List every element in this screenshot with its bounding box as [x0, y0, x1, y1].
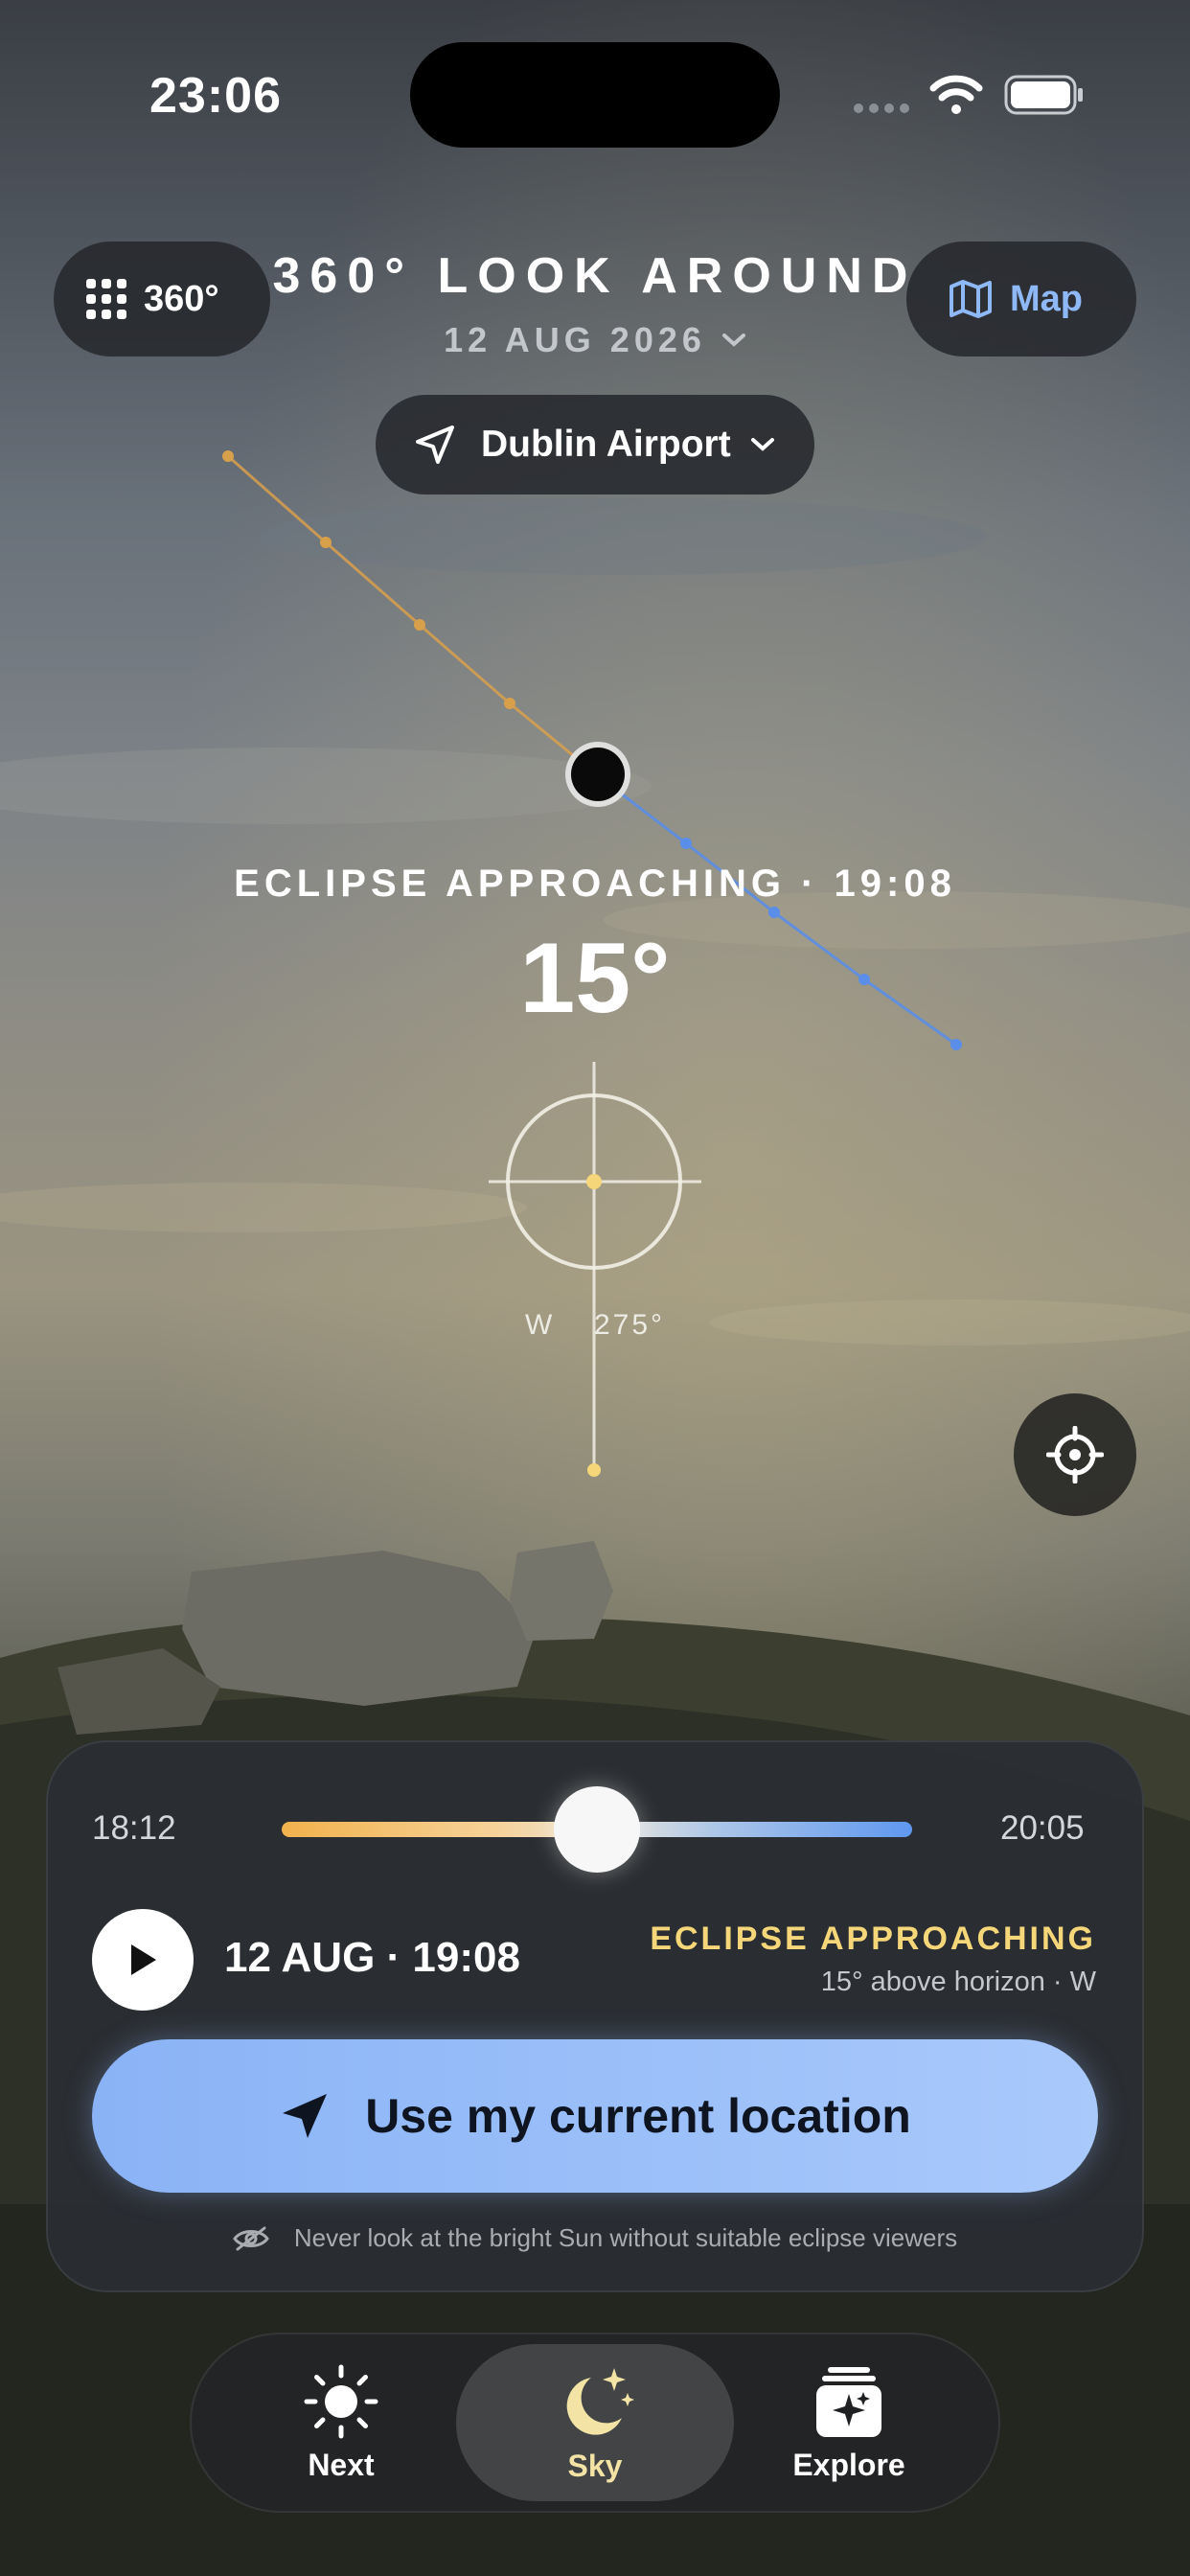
sun-path-past-point: [320, 537, 332, 548]
tab-sky-label: Sky: [567, 2448, 623, 2483]
status-detail: 15° above horizon · W: [820, 1966, 1096, 1997]
azimuth-degrees: 275°: [593, 1309, 666, 1341]
azimuth-readout: W 275°: [0, 1309, 1190, 1342]
safety-warning: Never look at the bright Sun without sui…: [0, 2223, 1190, 2253]
reticle-crosshair: [489, 1062, 701, 1477]
sun-path-past-point: [414, 619, 425, 631]
sun-path-past-point: [222, 450, 234, 462]
cta-label: Use my current location: [365, 2089, 911, 2143]
tab-next-label: Next: [308, 2447, 375, 2482]
tab-next[interactable]: Next: [226, 2344, 456, 2501]
eclipse-sun-marker[interactable]: [565, 742, 630, 807]
altitude-readout: 15°: [519, 923, 671, 1034]
use-current-location-button[interactable]: Use my current location: [92, 2039, 1098, 2193]
sun-path-future-point: [680, 838, 692, 849]
eye-slash-icon: [233, 2226, 269, 2250]
status-title: ECLIPSE APPROACHING: [650, 1920, 1096, 1957]
timeline-end-time: 20:05: [1000, 1809, 1085, 1847]
explore-cards-icon: [816, 2366, 881, 2437]
sun-path-past: [227, 454, 597, 776]
sun-path-overlay: [222, 450, 962, 1477]
safety-warning-text: Never look at the bright Sun without sui…: [293, 2223, 958, 2252]
recenter-button[interactable]: [1014, 1393, 1136, 1516]
current-datetime: 12 AUG · 19:08: [224, 1934, 520, 1981]
sun-path-future-point: [950, 1039, 962, 1050]
sun-path-past-point: [504, 698, 515, 709]
crosshair-target-icon: [1046, 1426, 1104, 1484]
tab-sky[interactable]: Sky: [456, 2344, 734, 2501]
timeline-start-time: 18:12: [92, 1809, 176, 1847]
sun-path-future-point: [768, 907, 780, 918]
sun-icon: [304, 2364, 378, 2438]
play-button[interactable]: [92, 1909, 194, 2011]
location-arrow-icon: [283, 2094, 328, 2138]
timeline-slider-thumb[interactable]: [554, 1786, 640, 1873]
moon-stars-icon: [566, 2367, 634, 2435]
play-icon: [131, 1944, 156, 1975]
tab-explore-label: Explore: [792, 2447, 905, 2482]
tab-explore[interactable]: Explore: [734, 2344, 964, 2501]
direction-letter: W: [524, 1309, 556, 1341]
eclipse-event-label: ECLIPSE APPROACHING · 19:08: [234, 862, 956, 905]
